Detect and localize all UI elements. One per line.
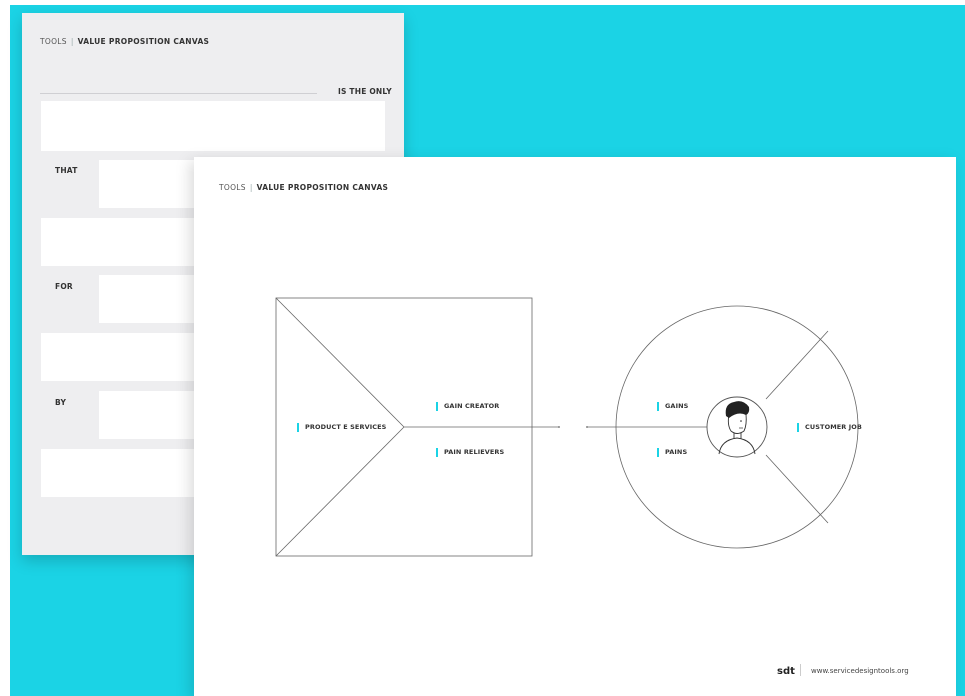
customer-profile-divider-top — [765, 330, 829, 400]
is-the-only-label: IS THE ONLY — [338, 87, 392, 96]
value-proposition-canvas-card: TOOLS | VALUE PROPOSITION CANVAS PRODUCT… — [194, 157, 956, 696]
pains-tag: PAINS — [657, 448, 687, 457]
header-tools: TOOLS — [40, 37, 67, 46]
gains-tag: GAINS — [657, 402, 688, 411]
sdt-logo: sdt — [777, 666, 795, 677]
customer-profile-divider-bottom — [765, 454, 829, 524]
value-map-divider-top — [275, 297, 405, 428]
footer-separator — [800, 664, 801, 676]
footer-url[interactable]: www.servicedesigntools.org — [811, 667, 909, 675]
connector-dot — [558, 426, 560, 428]
statement-line — [40, 93, 317, 94]
card-header: TOOLS | VALUE PROPOSITION CANVAS — [40, 37, 209, 46]
pain-relievers-tag: PAIN RELIEVERS — [436, 448, 504, 457]
customer-job-tag: CUSTOMER JOB — [797, 423, 862, 432]
value-map-divider-bottom — [275, 426, 405, 557]
product-services-tag: PRODUCT E SERVICES — [297, 423, 386, 432]
header-title: VALUE PROPOSITION CANVAS — [77, 37, 210, 46]
header-separator: | — [70, 37, 74, 46]
gain-creator-tag: GAIN CREATOR — [436, 402, 499, 411]
by-label: BY — [55, 398, 67, 407]
for-label: FOR — [55, 282, 73, 291]
connector-dot — [586, 426, 588, 428]
statement-field-1[interactable] — [41, 101, 385, 151]
that-label: THAT — [55, 166, 78, 175]
